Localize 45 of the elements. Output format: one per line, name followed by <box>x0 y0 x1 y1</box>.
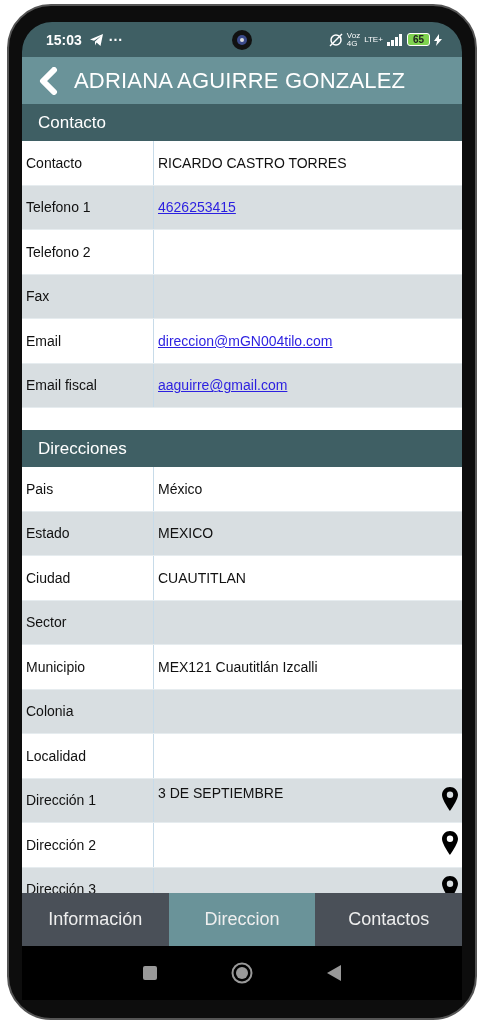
network-label: 4G <box>346 39 359 48</box>
map-pin-icon[interactable] <box>442 831 458 855</box>
field-label: Ciudad <box>26 569 71 586</box>
section-header: Direcciones <box>22 430 462 467</box>
field-value: MEXICO <box>158 525 214 542</box>
field-label: Colonia <box>26 703 74 720</box>
map-pin-icon[interactable] <box>442 786 458 811</box>
field-value: MEX121 Cuautitlán Izcalli <box>158 658 318 675</box>
map-pin-icon[interactable] <box>442 875 458 893</box>
back-nav-icon[interactable] <box>327 965 341 981</box>
battery-level: 65 <box>406 33 430 46</box>
field-value: RICARDO CASTRO TORRES <box>158 154 347 171</box>
signal-icon <box>386 33 403 46</box>
home-icon[interactable] <box>231 962 253 984</box>
field-label: Email <box>26 332 61 349</box>
tab[interactable]: Contactos <box>315 893 462 946</box>
field-label: Fax <box>26 288 50 305</box>
field-value: CUAUTITLAN <box>158 569 246 586</box>
field-label: Dirección 1 <box>26 792 97 809</box>
field-label: Contacto <box>26 154 83 171</box>
section-header: Contacto <box>22 104 462 141</box>
network-label: Voz <box>346 31 361 40</box>
tab[interactable]: Información <box>22 893 169 946</box>
back-icon[interactable] <box>38 66 58 95</box>
page-title: ADRIANA AGUIRRE GONZALEZ <box>74 67 406 94</box>
field-label: Telefono 2 <box>26 243 91 260</box>
field-label: Telefono 1 <box>26 199 91 216</box>
field-label: Sector <box>26 614 67 631</box>
field-label: Email fiscal <box>26 377 97 394</box>
field-value: 3 DE SEPTIEMBRE <box>158 784 284 801</box>
clock: 15:03 <box>46 31 82 48</box>
field-label: Municipio <box>26 658 86 675</box>
camera-icon <box>232 30 252 50</box>
link[interactable]: 4626253415 <box>158 199 236 216</box>
field-label: Pais <box>26 480 54 497</box>
charging-icon <box>434 33 442 46</box>
network-label: LTE+ <box>364 35 383 44</box>
field-label: Dirección 2 <box>26 836 97 853</box>
field-label: Localidad <box>26 747 86 764</box>
field-value: México <box>158 480 203 497</box>
link[interactable]: direccion@mGN004tilo.com <box>158 332 333 349</box>
more-notifications: ··· <box>108 31 123 48</box>
send-icon <box>89 33 103 46</box>
link[interactable]: aaguirre@gmail.com <box>158 377 288 394</box>
field-label: Estado <box>26 525 70 542</box>
